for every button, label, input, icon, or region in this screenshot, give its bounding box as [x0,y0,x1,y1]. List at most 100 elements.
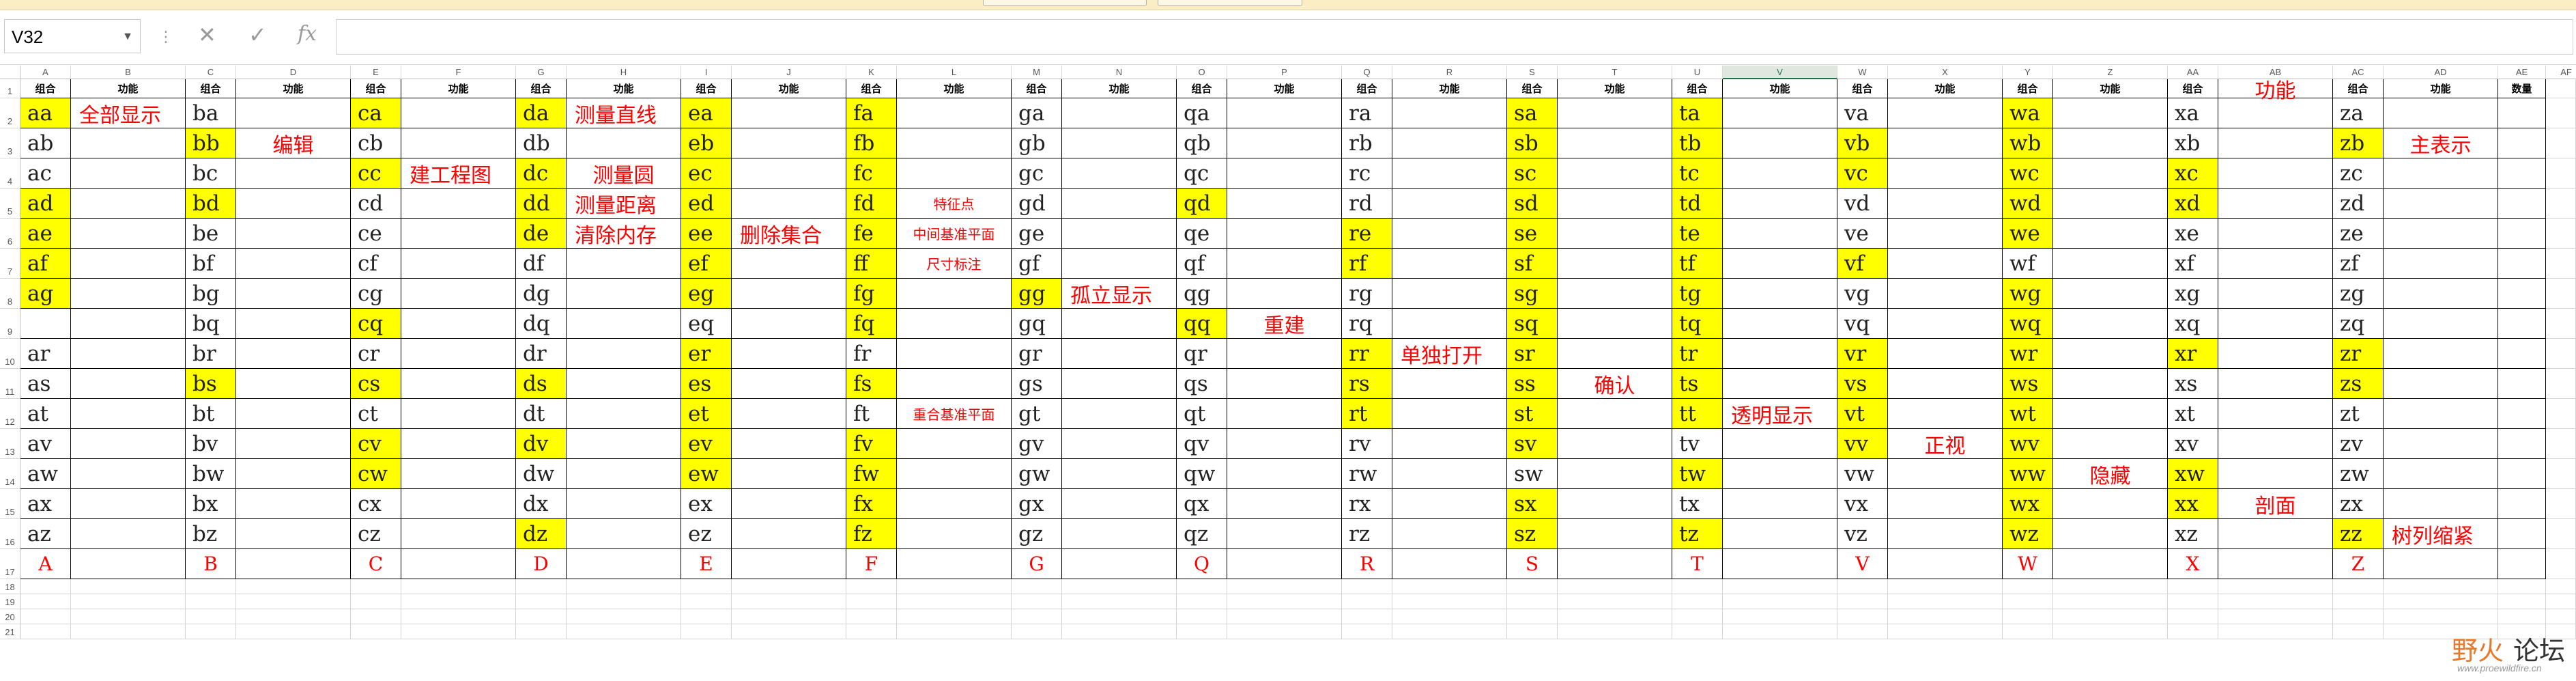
column-header-n[interactable]: N [1062,66,1177,79]
combo-cell[interactable]: ft [846,399,897,429]
combo-cell[interactable]: xq [2168,309,2218,339]
function-cell[interactable] [2053,309,2168,339]
column-header-p[interactable]: P [1227,66,1342,79]
function-cell[interactable] [732,279,846,309]
function-cell[interactable] [1227,219,1342,249]
empty-cell[interactable] [1888,579,2003,594]
function-cell[interactable] [1392,519,1507,549]
combo-cell[interactable]: rw [1342,459,1392,489]
combo-cell[interactable]: dz [516,519,567,549]
function-cell[interactable] [2053,399,2168,429]
function-cell[interactable] [401,279,516,309]
key-row-empty-cell[interactable] [567,549,681,579]
combo-cell[interactable]: qf [1177,249,1227,279]
empty-cell[interactable] [846,579,897,594]
count-cell[interactable] [2498,98,2546,128]
combo-cell[interactable]: de [516,219,567,249]
count-cell[interactable] [2498,339,2546,369]
function-cell[interactable] [2384,399,2498,429]
combo-cell[interactable]: tf [1672,249,1723,279]
combo-cell[interactable]: ab [20,128,71,158]
empty-cell[interactable] [1062,624,1177,639]
function-cell[interactable] [2218,128,2333,158]
function-cell[interactable]: 树列缩紧 [2384,519,2498,549]
combo-cell[interactable]: vt [1837,399,1888,429]
count-cell[interactable] [2498,128,2546,158]
combo-cell[interactable]: xr [2168,339,2218,369]
column-header-t[interactable]: T [1558,66,1672,79]
function-cell[interactable] [1392,429,1507,459]
column-header-ae[interactable]: AE [2498,66,2546,79]
combo-cell[interactable]: rb [1342,128,1392,158]
function-cell[interactable] [567,489,681,519]
combo-cell[interactable]: zg [2333,279,2384,309]
function-cell[interactable] [2053,98,2168,128]
empty-cell[interactable] [2168,594,2218,609]
combo-cell[interactable]: et [681,399,732,429]
empty-cell[interactable] [1558,624,1672,639]
key-letter-cell[interactable]: W [2003,549,2053,579]
function-cell[interactable] [401,98,516,128]
row-header-17[interactable]: 17 [0,549,20,579]
column-header-aa[interactable]: AA [2168,66,2218,79]
function-cell[interactable]: 确认 [1558,369,1672,399]
column-header-y[interactable]: Y [2003,66,2053,79]
function-cell[interactable] [567,399,681,429]
row-header-3[interactable]: 3 [0,128,20,158]
combo-cell[interactable]: xv [2168,429,2218,459]
combo-cell[interactable]: ef [681,249,732,279]
function-cell[interactable] [897,459,1012,489]
combo-cell[interactable]: af [20,249,71,279]
function-cell[interactable] [2384,219,2498,249]
empty-cell[interactable] [2546,429,2576,459]
count-cell[interactable] [2498,158,2546,189]
combo-cell[interactable]: rx [1342,489,1392,519]
function-cell[interactable] [1227,459,1342,489]
key-row-empty-cell[interactable] [1227,549,1342,579]
empty-cell[interactable] [1062,609,1177,624]
empty-cell[interactable] [351,579,401,594]
combo-cell[interactable]: sr [1507,339,1558,369]
empty-cell[interactable] [1672,579,1723,594]
combo-cell[interactable]: zf [2333,249,2384,279]
function-cell[interactable] [1392,249,1507,279]
key-letter-cell[interactable]: S [1507,549,1558,579]
function-cell[interactable] [1392,128,1507,158]
combo-cell[interactable]: cf [351,249,401,279]
empty-cell[interactable] [897,609,1012,624]
empty-cell[interactable] [2218,609,2333,624]
empty-cell[interactable] [1723,609,1837,624]
combo-cell[interactable]: vz [1837,519,1888,549]
empty-cell[interactable] [846,594,897,609]
empty-cell[interactable] [1507,624,1558,639]
combo-cell[interactable]: wa [2003,98,2053,128]
combo-cell[interactable]: va [1837,98,1888,128]
empty-cell[interactable] [186,594,236,609]
empty-cell[interactable] [2546,549,2576,579]
empty-cell[interactable] [20,579,71,594]
empty-cell[interactable] [897,579,1012,594]
function-cell[interactable] [2053,519,2168,549]
function-cell[interactable]: 主表示 [2384,128,2498,158]
combo-cell[interactable]: rg [1342,279,1392,309]
formula-input[interactable] [336,19,2573,55]
empty-cell[interactable] [2546,594,2576,609]
empty-cell[interactable] [2003,579,2053,594]
function-cell[interactable] [236,489,351,519]
combo-cell[interactable]: zr [2333,339,2384,369]
key-letter-cell[interactable]: Q [1177,549,1227,579]
function-cell[interactable] [236,339,351,369]
combo-cell[interactable]: vx [1837,489,1888,519]
row-header-12[interactable]: 12 [0,399,20,429]
key-letter-cell[interactable]: R [1342,549,1392,579]
function-cell[interactable] [1062,459,1177,489]
column-header-w[interactable]: W [1837,66,1888,79]
combo-cell[interactable]: vf [1837,249,1888,279]
function-cell[interactable] [2053,158,2168,189]
function-cell[interactable] [71,489,186,519]
row-header-4[interactable]: 4 [0,158,20,189]
combo-cell[interactable]: cd [351,189,401,219]
function-cell[interactable] [1227,189,1342,219]
combo-cell[interactable]: fe [846,219,897,249]
function-cell[interactable] [1062,309,1177,339]
